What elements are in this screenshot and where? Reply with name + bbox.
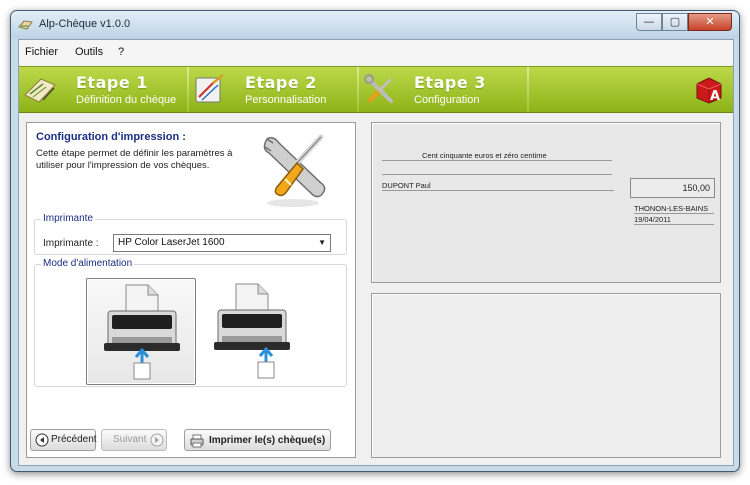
next-label: Suivant [113, 434, 147, 445]
alp-logo-icon: A [696, 77, 722, 104]
step-3[interactable]: Etape 3 Configuration [359, 67, 527, 112]
previous-label: Précédent [51, 434, 97, 445]
printer-right-feed-icon [214, 283, 290, 379]
window-controls: — ▢ ✕ [636, 13, 732, 31]
app-window: Alp-Chèque v1.0.0 — ▢ ✕ Fichier Outils ?… [10, 10, 740, 472]
step-1-subtitle: Définition du chèque [76, 94, 177, 106]
amount-box: 150,00 [630, 178, 715, 198]
printer-icon [190, 434, 204, 448]
printer-group-legend: Imprimante [41, 213, 96, 224]
step-3-title: Etape 3 [414, 73, 486, 92]
chevron-down-icon: ▼ [318, 238, 326, 247]
next-button[interactable]: Suivant [101, 429, 167, 451]
cheque-preview: Cent cinquante euros et zéro centime DUP… [371, 122, 721, 283]
secondary-preview-panel [371, 293, 721, 458]
feed-option-right[interactable] [197, 278, 307, 385]
menu-outils[interactable]: Outils [75, 46, 103, 58]
title-bar[interactable]: Alp-Chèque v1.0.0 — ▢ ✕ [11, 11, 739, 39]
printer-group: Imprimante Imprimante : HP Color LaserJe… [34, 213, 347, 255]
step-1-title: Etape 1 [76, 73, 148, 92]
app-icon [18, 20, 33, 30]
step-bar: Etape 1 Définition du chèque Etape 2 Per… [19, 66, 733, 113]
feed-mode-group: Mode d'alimentation [34, 258, 347, 387]
place-field: THONON-LES-BAINS [634, 204, 714, 214]
feed-option-center[interactable] [86, 278, 196, 385]
printer-label: Imprimante : [43, 238, 99, 249]
maximize-button[interactable]: ▢ [662, 13, 688, 31]
minimize-button[interactable]: — [636, 13, 662, 31]
config-title: Configuration d'impression : [36, 131, 186, 143]
amount-in-words-line-2 [382, 165, 612, 175]
cheque-icon [24, 78, 56, 103]
step-3-subtitle: Configuration [414, 94, 480, 106]
config-description: Cette étape permet de définir les paramè… [36, 148, 233, 171]
print-label: Imprimer le(s) chèque(s) [209, 435, 326, 446]
printer-select-value: HP Color LaserJet 1600 [118, 237, 225, 248]
palette-icon [195, 74, 224, 103]
step-1[interactable]: Etape 1 Définition du chèque [19, 67, 187, 112]
print-cheques-button[interactable]: Imprimer le(s) chèque(s) [184, 429, 331, 451]
date-field: 19/04/2011 [634, 215, 714, 225]
menu-help[interactable]: ? [118, 46, 124, 58]
previous-button[interactable]: Précédent [30, 429, 97, 451]
step-2[interactable]: Etape 2 Personnalisation [189, 67, 357, 112]
step-separator [527, 67, 529, 112]
printer-select[interactable]: HP Color LaserJet 1600 ▼ [113, 234, 331, 252]
menu-fichier[interactable]: Fichier [25, 46, 58, 58]
step-2-subtitle: Personnalisation [245, 94, 327, 106]
printer-center-feed-icon [104, 284, 180, 380]
logo-letter: A [710, 89, 720, 104]
client-area: Fichier Outils ? Etape 1 Définition du c… [18, 39, 734, 466]
arrow-right-circle-icon [150, 433, 164, 447]
feed-mode-legend: Mode d'alimentation [41, 258, 135, 269]
close-button[interactable]: ✕ [688, 13, 732, 31]
menu-bar: Fichier Outils ? [19, 40, 733, 66]
arrow-left-circle-icon [35, 433, 49, 447]
wrench-screwdriver-icon [263, 134, 326, 207]
step-2-title: Etape 2 [245, 73, 317, 92]
amount-in-words: Cent cinquante euros et zéro centime [382, 151, 612, 161]
tools-icon [364, 74, 393, 103]
payee-field: DUPONT Paul [382, 181, 614, 191]
config-panel: Configuration d'impression : Cette étape… [26, 122, 356, 458]
window-title: Alp-Chèque v1.0.0 [39, 18, 131, 30]
